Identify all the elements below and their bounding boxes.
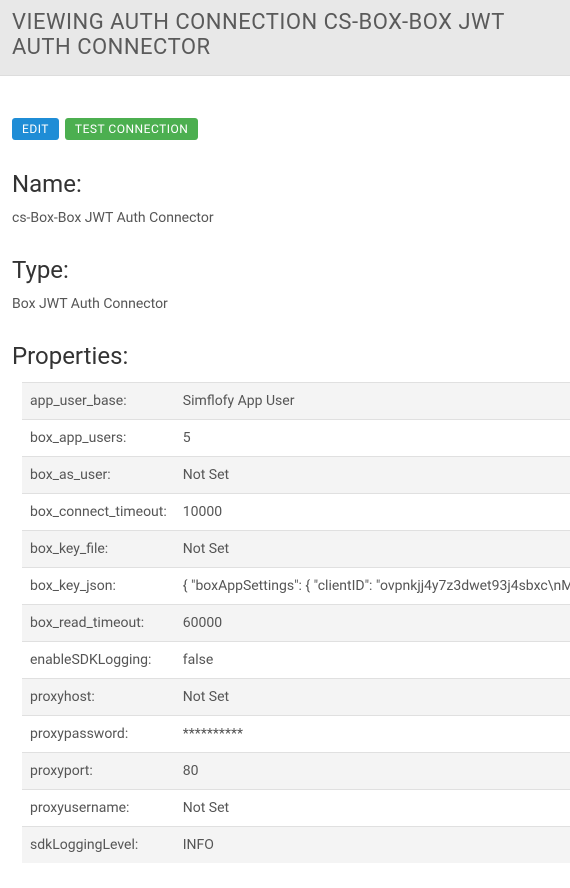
property-key: box_as_user: — [22, 456, 175, 493]
property-value: 60000 — [175, 604, 570, 641]
name-value: cs-Box-Box JWT Auth Connector — [12, 210, 558, 226]
property-value: Simflofy App User — [175, 382, 570, 419]
action-buttons: EDIT TEST CONNECTION — [12, 118, 558, 140]
property-value: Not Set — [175, 789, 570, 826]
table-row: proxyport: 80 — [22, 752, 570, 789]
table-row: proxyhost: Not Set — [22, 678, 570, 715]
table-row: box_key_json: { "boxAppSettings": { "cli… — [22, 567, 570, 604]
property-key: sdkLoggingLevel: — [22, 826, 175, 863]
table-row: box_app_users: 5 — [22, 419, 570, 456]
name-heading: Name: — [12, 170, 558, 198]
table-row: proxypassword: ********** — [22, 715, 570, 752]
property-key: proxyusername: — [22, 789, 175, 826]
property-value: Not Set — [175, 456, 570, 493]
property-key: proxypassword: — [22, 715, 175, 752]
property-key: enableSDKLogging: — [22, 641, 175, 678]
table-row: box_as_user: Not Set — [22, 456, 570, 493]
property-value: Not Set — [175, 530, 570, 567]
table-row: box_read_timeout: 60000 — [22, 604, 570, 641]
table-row: app_user_base: Simflofy App User — [22, 382, 570, 419]
table-row: box_connect_timeout: 10000 — [22, 493, 570, 530]
property-key: box_connect_timeout: — [22, 493, 175, 530]
edit-button[interactable]: EDIT — [12, 118, 59, 140]
property-value: INFO — [175, 826, 570, 863]
property-value: 5 — [175, 419, 570, 456]
type-heading: Type: — [12, 256, 558, 284]
property-value: { "boxAppSettings": { "clientID": "ovpnk… — [175, 567, 570, 604]
content-area: EDIT TEST CONNECTION Name: cs-Box-Box JW… — [0, 76, 570, 875]
property-value: Not Set — [175, 678, 570, 715]
property-key: box_read_timeout: — [22, 604, 175, 641]
property-key: app_user_base: — [22, 382, 175, 419]
property-key: proxyport: — [22, 752, 175, 789]
property-key: box_key_file: — [22, 530, 175, 567]
header-bar: VIEWING AUTH CONNECTION CS-BOX-BOX JWT A… — [0, 0, 570, 76]
page-title: VIEWING AUTH CONNECTION CS-BOX-BOX JWT A… — [12, 10, 558, 61]
property-key: box_app_users: — [22, 419, 175, 456]
table-row: sdkLoggingLevel: INFO — [22, 826, 570, 863]
table-row: box_key_file: Not Set — [22, 530, 570, 567]
property-value: false — [175, 641, 570, 678]
table-row: proxyusername: Not Set — [22, 789, 570, 826]
properties-heading: Properties: — [12, 342, 558, 370]
type-value: Box JWT Auth Connector — [12, 296, 558, 312]
property-key: proxyhost: — [22, 678, 175, 715]
property-value: ********** — [175, 715, 570, 752]
property-value: 10000 — [175, 493, 570, 530]
properties-table: app_user_base: Simflofy App User box_app… — [22, 382, 570, 863]
test-connection-button[interactable]: TEST CONNECTION — [65, 118, 198, 140]
property-key: box_key_json: — [22, 567, 175, 604]
property-value: 80 — [175, 752, 570, 789]
table-row: enableSDKLogging: false — [22, 641, 570, 678]
